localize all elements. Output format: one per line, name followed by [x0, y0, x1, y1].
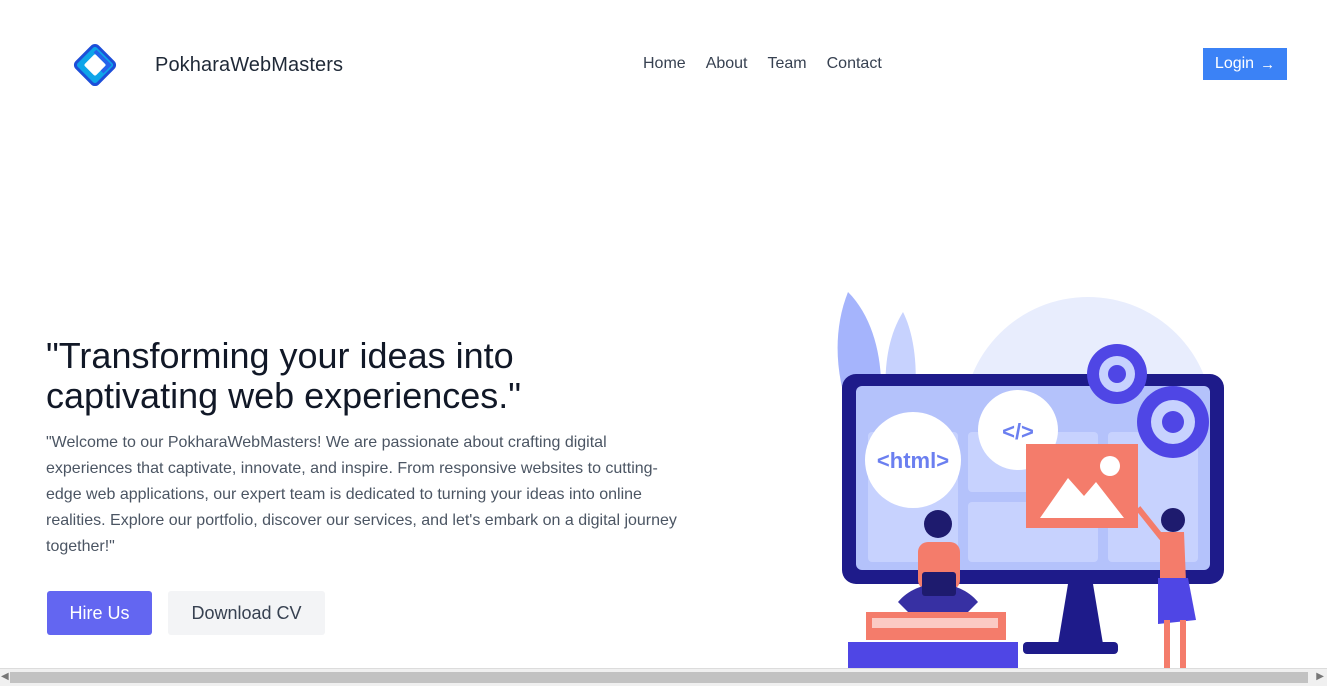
hero-title: "Transforming your ideas into captivatin…: [46, 335, 522, 416]
hire-us-button[interactable]: Hire Us: [47, 591, 152, 635]
logo-icon[interactable]: [72, 42, 118, 88]
gear-icon: [1137, 386, 1209, 458]
hero-actions: Hire Us Download CV: [47, 591, 325, 635]
login-button[interactable]: Login →: [1203, 48, 1287, 80]
scroll-left-icon[interactable]: ◀: [1, 671, 9, 682]
nav-team-link[interactable]: Team: [768, 55, 807, 73]
hero-description: "Welcome to our PokharaWebMasters! We ar…: [46, 434, 677, 555]
scrollbar-thumb[interactable]: [10, 672, 1308, 683]
brand-name[interactable]: PokharaWebMasters: [155, 54, 343, 77]
hero-illustration: <html> </>: [837, 292, 1224, 670]
main-nav: Home About Team Contact: [643, 55, 882, 73]
login-label: Login: [1214, 55, 1255, 72]
scroll-right-icon[interactable]: ▶: [1316, 671, 1324, 682]
site-header: PokharaWebMasters Home About Team Contac…: [0, 0, 1327, 130]
horizontal-scrollbar[interactable]: ◀ ▶: [0, 668, 1327, 686]
code-tag-label: </>: [1002, 419, 1034, 444]
arrow-right-icon: →: [1260, 55, 1276, 73]
nav-home-link[interactable]: Home: [643, 55, 686, 73]
html-tag-label: <html>: [877, 448, 949, 473]
page: PokharaWebMasters Home About Team Contac…: [0, 0, 1327, 686]
nav-contact-link[interactable]: Contact: [827, 55, 882, 73]
gear-icon: [1087, 344, 1147, 404]
download-cv-button[interactable]: Download CV: [168, 591, 325, 635]
nav-about-link[interactable]: About: [706, 55, 748, 73]
